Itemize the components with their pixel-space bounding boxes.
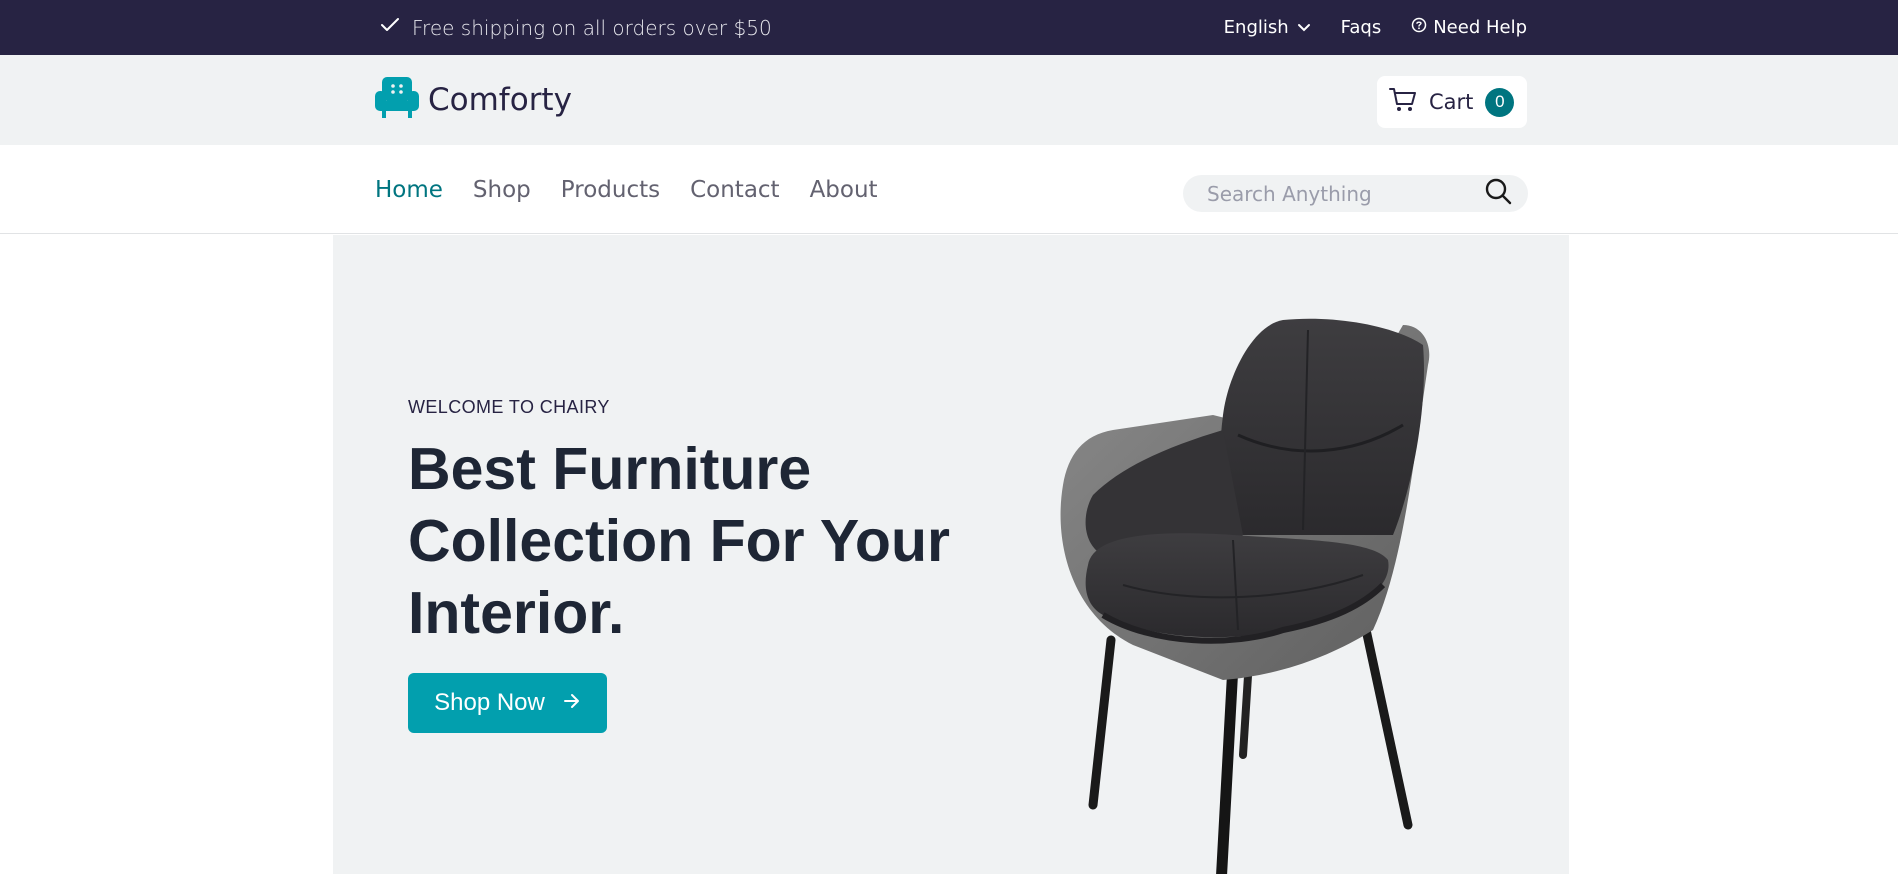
nav-item-about[interactable]: About bbox=[810, 177, 878, 203]
nav-item-contact[interactable]: Contact bbox=[690, 177, 779, 203]
main-navigation-bar: Home Shop Products Contact About bbox=[0, 145, 1898, 234]
brand-logo[interactable]: Comforty bbox=[374, 75, 572, 124]
hero-heading: Best Furniture Collection For Your Inter… bbox=[408, 433, 1008, 649]
topbar-links: English Faqs Need Help bbox=[1224, 0, 1527, 55]
nav-item-shop[interactable]: Shop bbox=[473, 177, 531, 203]
shipping-notice: Free shipping on all orders over $50 bbox=[380, 0, 772, 55]
cart-icon bbox=[1389, 87, 1417, 118]
search-icon[interactable] bbox=[1484, 177, 1512, 210]
hero-heading-line-2: Collection For Your bbox=[408, 508, 950, 574]
need-help-link[interactable]: Need Help bbox=[1411, 17, 1527, 38]
search-bar bbox=[1183, 175, 1528, 212]
language-label: English bbox=[1223, 17, 1289, 38]
language-select[interactable]: English bbox=[1224, 17, 1311, 38]
arrow-right-icon bbox=[563, 693, 581, 714]
shop-now-button[interactable]: Shop Now bbox=[408, 673, 607, 733]
hero-heading-line-1: Best Furniture bbox=[408, 436, 812, 502]
nav-links: Home Shop Products Contact About bbox=[375, 145, 878, 234]
nav-item-products[interactable]: Products bbox=[561, 177, 660, 203]
cart-button[interactable]: Cart 0 bbox=[1377, 76, 1527, 128]
hero-eyebrow: WELCOME TO CHAIRY bbox=[408, 397, 610, 417]
faqs-label: Faqs bbox=[1340, 17, 1382, 38]
cart-count-badge: 0 bbox=[1485, 87, 1515, 117]
header-brand-bar: Comforty Cart 0 bbox=[0, 55, 1898, 145]
top-announcement-bar: Free shipping on all orders over $50 Eng… bbox=[0, 0, 1898, 55]
hero-heading-line-3: Interior. bbox=[408, 580, 625, 646]
shop-now-label: Shop Now bbox=[434, 689, 545, 716]
shipping-text: Free shipping on all orders over $50 bbox=[412, 15, 772, 40]
faqs-link[interactable]: Faqs bbox=[1341, 17, 1382, 38]
nav-item-home[interactable]: Home bbox=[375, 177, 443, 203]
search-input[interactable] bbox=[1207, 181, 1484, 206]
chevron-down-icon bbox=[1297, 17, 1311, 38]
cart-label: Cart bbox=[1429, 90, 1474, 114]
hero-banner: WELCOME TO CHAIRY Best Furniture Collect… bbox=[333, 235, 1569, 874]
question-circle-icon bbox=[1411, 17, 1427, 38]
armchair-product-image bbox=[1033, 285, 1513, 874]
need-help-label: Need Help bbox=[1433, 17, 1527, 38]
brand-name: Comforty bbox=[428, 81, 572, 118]
armchair-logo-icon bbox=[374, 75, 420, 124]
check-icon bbox=[380, 17, 400, 38]
